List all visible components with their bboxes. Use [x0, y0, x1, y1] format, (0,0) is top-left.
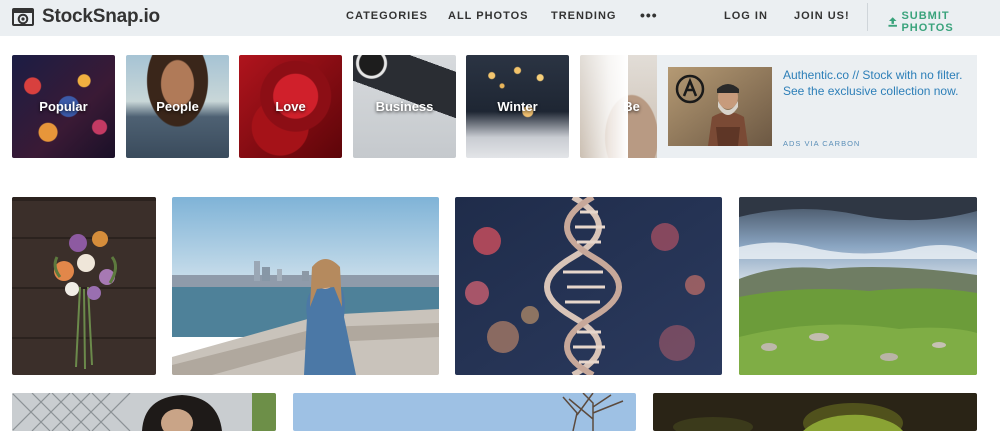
submit-photos-label: SUBMIT PHOTOS [901, 10, 954, 34]
photo-green-plant[interactable] [653, 393, 977, 431]
category-label: Winter [497, 99, 538, 114]
category-tile-business[interactable]: Business [353, 55, 456, 158]
top-navbar: StockSnap.io CATEGORIES ALL PHOTOS TREND… [0, 0, 1000, 36]
category-tile-people[interactable]: People [126, 55, 229, 158]
nav-categories[interactable]: CATEGORIES [346, 10, 428, 22]
logo[interactable]: StockSnap.io [12, 5, 160, 29]
carbon-ad[interactable]: Authentic.co // Stock with no filter. Se… [657, 55, 977, 158]
nav-log-in[interactable]: LOG IN [724, 10, 768, 22]
nav-all-photos[interactable]: ALL PHOTOS [448, 10, 529, 22]
category-tile-winter[interactable]: Winter [466, 55, 569, 158]
category-scroll-fade [580, 55, 628, 158]
ads-via-carbon-link[interactable]: ADS VIA CARBON [783, 139, 860, 148]
category-tile-popular[interactable]: Popular [12, 55, 115, 158]
photo-flower-bouquet[interactable] [12, 197, 156, 375]
photo-woman-denim-jacket[interactable] [172, 197, 439, 375]
camera-icon [12, 8, 34, 26]
photo-dna-helix[interactable] [455, 197, 722, 375]
nav-trending[interactable]: TRENDING [551, 10, 616, 22]
photo-woman-fence[interactable] [12, 393, 276, 431]
category-label: Popular [39, 99, 88, 114]
logo-text: StockSnap.io [42, 6, 160, 27]
authentic-logo-icon [675, 74, 705, 104]
upload-icon [888, 17, 897, 27]
category-label: Love [275, 99, 306, 114]
submit-photos-button[interactable]: SUBMIT PHOTOS [888, 10, 1000, 34]
ad-text-link[interactable]: Authentic.co // Stock with no filter. Se… [783, 67, 971, 99]
category-label: Business [375, 99, 434, 114]
category-label: People [156, 99, 199, 114]
nav-divider [867, 3, 868, 31]
more-menu-icon[interactable]: ••• [640, 7, 658, 23]
photo-green-hills[interactable] [739, 197, 977, 375]
photo-blue-sky-tree[interactable] [293, 393, 636, 431]
category-tile-love[interactable]: Love [239, 55, 342, 158]
nav-join-us[interactable]: JOIN US! [794, 10, 850, 22]
